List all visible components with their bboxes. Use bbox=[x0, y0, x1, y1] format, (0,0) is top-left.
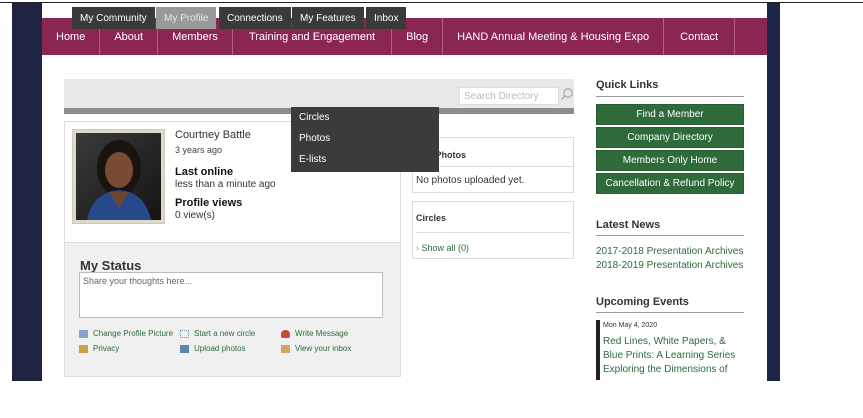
news-link-2018[interactable]: 2018-2019 Presentation Archives bbox=[596, 260, 743, 271]
profile-picture-icon bbox=[79, 329, 88, 338]
change-profile-picture-link[interactable]: Change Profile Picture bbox=[79, 329, 173, 338]
company-directory-button[interactable]: Company Directory bbox=[596, 127, 744, 148]
circles-show-all-link[interactable]: › Show all (0) bbox=[416, 243, 469, 253]
start-new-circle-label: Start a new circle bbox=[194, 329, 256, 338]
bottom-margin bbox=[0, 381, 863, 418]
profile-views-label: Profile views bbox=[175, 197, 243, 209]
view-inbox-link[interactable]: View your inbox bbox=[281, 344, 351, 353]
nav-contact[interactable]: Contact bbox=[664, 18, 736, 55]
dropdown-circles[interactable]: Circles bbox=[299, 112, 330, 123]
status-textarea[interactable]: Share your thoughts here... bbox=[79, 272, 383, 318]
profile-joined: 3 years ago bbox=[175, 145, 223, 155]
my-status-title: My Status bbox=[80, 258, 142, 273]
photo-icon bbox=[180, 344, 189, 353]
dropdown-photos[interactable]: Photos bbox=[299, 133, 330, 144]
latest-news-title: Latest News bbox=[596, 219, 661, 231]
profile-views-value: 0 view(s) bbox=[175, 210, 216, 221]
search-directory-input[interactable]: Search Directory bbox=[459, 87, 559, 105]
my-features-dropdown: Circles Photos E-lists bbox=[291, 107, 439, 172]
view-inbox-label: View your inbox bbox=[295, 344, 352, 353]
find-member-button[interactable]: Find a Member bbox=[596, 104, 744, 125]
last-online-label: Last online bbox=[175, 166, 234, 178]
upload-photos-label: Upload photos bbox=[194, 344, 246, 353]
circles-show-all-label: Show all (0) bbox=[421, 243, 470, 253]
last-online-value: less than a minute ago bbox=[175, 179, 276, 190]
lock-icon bbox=[79, 344, 88, 353]
quick-links-rule bbox=[596, 96, 744, 97]
tab-connections[interactable]: Connections bbox=[219, 7, 291, 29]
start-new-circle-link[interactable]: Start a new circle bbox=[180, 329, 255, 338]
search-icon[interactable] bbox=[560, 87, 574, 101]
change-profile-picture-label: Change Profile Picture bbox=[93, 329, 174, 338]
profile-name: Courtney Battle bbox=[175, 129, 251, 141]
write-message-link[interactable]: Write Message bbox=[281, 329, 348, 338]
news-link-2017[interactable]: 2017-2018 Presentation Archives bbox=[596, 246, 743, 257]
upcoming-events-rule bbox=[596, 312, 744, 313]
upload-photos-link[interactable]: Upload photos bbox=[180, 344, 246, 353]
event-title-link[interactable]: Red Lines, White Papers, & Blue Prints: … bbox=[603, 335, 743, 377]
profile-photo[interactable] bbox=[72, 129, 165, 224]
photos-empty-text: No photos uploaded yet. bbox=[416, 175, 525, 186]
privacy-link[interactable]: Privacy bbox=[79, 344, 119, 353]
tab-my-community[interactable]: My Community bbox=[72, 7, 155, 29]
event-accent-bar bbox=[596, 320, 600, 380]
quick-links-title: Quick Links bbox=[596, 79, 659, 91]
user-icon bbox=[281, 329, 290, 338]
chevron-right-icon: › bbox=[416, 243, 419, 253]
members-only-home-button[interactable]: Members Only Home bbox=[596, 150, 744, 171]
cancellation-refund-button[interactable]: Cancellation & Refund Policy bbox=[596, 173, 744, 194]
tab-my-features[interactable]: My Features bbox=[292, 7, 364, 29]
nav-annual-meeting[interactable]: HAND Annual Meeting & Housing Expo bbox=[443, 18, 665, 55]
privacy-label: Privacy bbox=[93, 344, 120, 353]
screenshot-frame: Home About Members Training and Engageme… bbox=[0, 0, 863, 418]
dropdown-elists[interactable]: E-lists bbox=[299, 154, 326, 165]
event-date: Mon May 4, 2020 bbox=[603, 322, 658, 329]
circles-panel-title: Circles bbox=[416, 213, 447, 223]
profile-photo-image bbox=[76, 133, 161, 220]
circles-divider bbox=[416, 232, 570, 233]
latest-news-rule bbox=[596, 235, 744, 236]
circle-icon bbox=[180, 329, 189, 338]
upcoming-events-title: Upcoming Events bbox=[596, 296, 689, 308]
inbox-icon bbox=[281, 344, 290, 353]
write-message-label: Write Message bbox=[295, 329, 349, 338]
tab-my-profile[interactable]: My Profile bbox=[156, 7, 217, 29]
tab-inbox[interactable]: Inbox bbox=[366, 7, 407, 29]
